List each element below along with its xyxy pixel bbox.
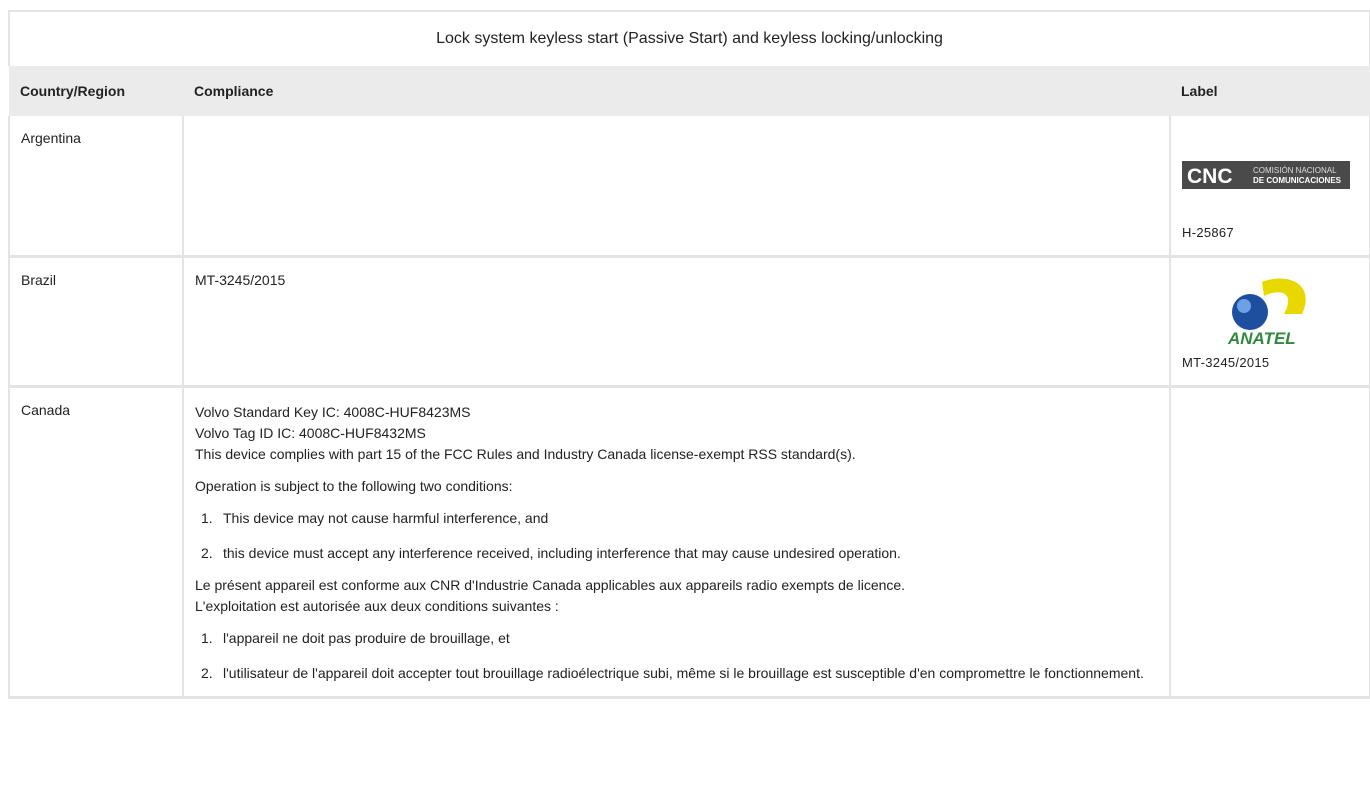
cnc-logo: CNC COMISIÓN NACIONAL DE COMUNICACIONES [1182,161,1350,189]
list-item: 1. l'appareil ne doit pas produire de br… [195,628,1158,649]
compliance-cell: Volvo Standard Key IC: 4008C-HUF8423MS V… [182,386,1171,699]
table-title: Lock system keyless start (Passive Start… [7,10,1370,66]
list-text: l'appareil ne doit pas produire de broui… [223,630,510,646]
cnc-logo-line1: COMISIÓN NACIONAL [1253,166,1337,175]
list-item: 2. l'utilisateur de l'appareil doit acce… [195,663,1158,684]
table-header-row: Country/Region Compliance Label [9,66,1370,116]
list-text: l'utilisateur de l'appareil doit accepte… [223,665,1144,681]
cnc-logo-mark: CNC [1187,165,1233,188]
list-number: 2. [201,545,213,561]
anatel-logo-mark: ANATEL [1227,329,1296,346]
conditions-intro: Operation is subject to the following tw… [195,478,513,494]
header-country: Country/Region [9,66,183,116]
conditions-list: 1. This device may not cause harmful int… [195,508,1158,564]
compliance-cell [182,116,1171,258]
list-number: 1. [201,630,213,646]
compliance-line: Volvo Tag ID IC: 4008C-HUF8432MS [195,425,426,441]
list-item: 2. this device must accept any interfere… [195,543,1158,564]
header-compliance: Compliance [183,66,1170,116]
fr-conditions-list: 1. l'appareil ne doit pas produire de br… [195,628,1158,684]
table-row: Argentina CNC COMISIÓN NACIONAL DE COMUN… [8,116,1370,258]
country-cell: Canada [8,386,184,699]
list-number: 1. [201,510,213,526]
list-text: This device may not cause harmful interf… [223,510,549,526]
label-cell: ANATEL MT-3245/2015 [1168,256,1370,388]
label-cell [1168,386,1370,699]
country-cell: Brazil [8,256,184,388]
anatel-logo: ANATEL [1227,278,1306,346]
label-code: H-25867 [1182,225,1234,240]
country-cell: Argentina [8,116,184,258]
compliance-line: Volvo Standard Key IC: 4008C-HUF8423MS [195,404,471,420]
header-label: Label [1170,66,1370,116]
label-cell: CNC COMISIÓN NACIONAL DE COMUNICACIONES … [1168,116,1370,258]
compliance-line: This device complies with part 15 of the… [195,446,856,462]
compliance-line-fr: Le présent appareil est conforme aux CNR… [195,577,906,593]
list-number: 2. [201,665,213,681]
label-code: MT-3245/2015 [1182,355,1270,370]
cnc-logo-line2: DE COMUNICACIONES [1253,176,1342,185]
compliance-table: Lock system keyless start (Passive Start… [7,10,1370,699]
compliance-line-fr: L'exploitation est autorisée aux deux co… [195,598,559,614]
table-row: Brazil MT-3245/2015 ANATEL MT-3245/2015 [8,256,1370,388]
list-text: this device must accept any interference… [223,545,901,561]
table-row: Canada Volvo Standard Key IC: 4008C-HUF8… [8,386,1370,699]
list-item: 1. This device may not cause harmful int… [195,508,1158,529]
compliance-cell: MT-3245/2015 [182,256,1171,388]
